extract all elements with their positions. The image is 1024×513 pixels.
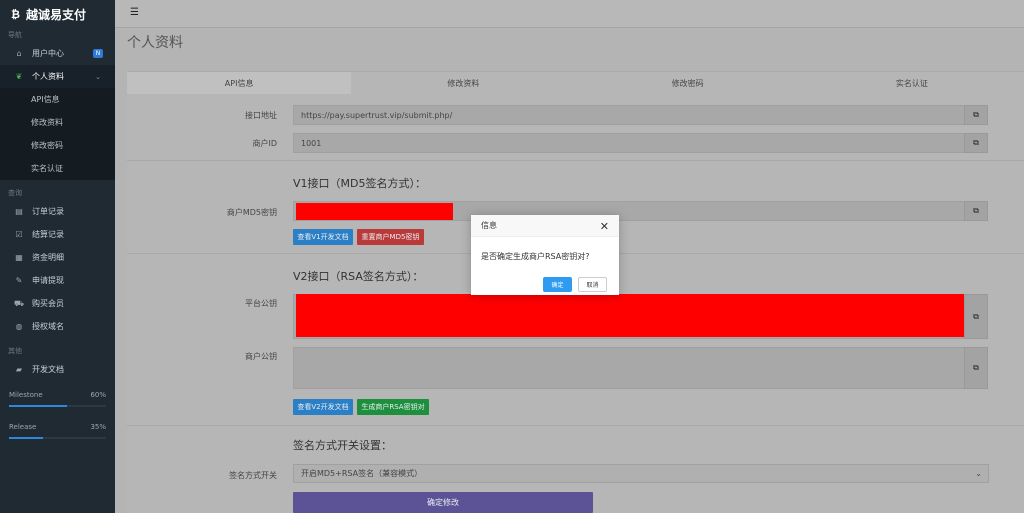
sidebar-item-label: 资金明细 <box>32 253 64 262</box>
progress-fill <box>9 437 43 439</box>
copy-icon[interactable]: ⧉ <box>964 105 988 125</box>
section-title-other: 其他 <box>8 347 22 355</box>
divider <box>127 160 1024 161</box>
merchant-id-label: 商户ID <box>252 139 277 148</box>
v1-heading: V1接口（MD5签名方式）： <box>293 177 426 190</box>
api-url-label: 接口地址 <box>245 111 277 120</box>
sidebar-item-orders[interactable]: ▤ 订单记录 <box>0 200 115 223</box>
menu-toggle-icon[interactable]: ☰ <box>130 7 140 18</box>
progress-bar <box>9 405 106 407</box>
globe-icon: ◍ <box>15 322 23 331</box>
chevron-down-icon: ⌄ <box>975 469 982 478</box>
confirm-button[interactable]: 确定 <box>543 277 572 292</box>
progress-bar <box>9 437 106 439</box>
progress-value: 35% <box>90 423 106 431</box>
new-badge: N <box>93 49 103 58</box>
close-icon[interactable]: ✕ <box>600 220 609 233</box>
sign-mode-value: 开启MD5+RSA签名（兼容模式） <box>301 469 423 478</box>
redaction-box <box>296 294 964 337</box>
profile-submenu: API信息 修改资料 修改密码 实名认证 <box>0 88 115 180</box>
sidebar-item-label: 订单记录 <box>32 207 64 216</box>
check-square-icon: ☑ <box>15 230 23 239</box>
progress-value: 60% <box>90 391 106 399</box>
copy-icon[interactable]: ⧉ <box>964 133 988 153</box>
home-icon: ⌂ <box>16 49 22 58</box>
sidebar-item-profile[interactable]: ❦ 个人资料 ⌄ <box>0 65 115 88</box>
generate-rsa-button[interactable]: 生成商户RSA密钥对 <box>357 399 429 415</box>
sidebar-item-user-center[interactable]: ⌂ 用户中心 N <box>0 42 115 65</box>
progress-label: Release <box>9 423 37 431</box>
view-v1-docs-button[interactable]: 查看V1开发文档 <box>293 229 353 245</box>
edit-icon: ✎ <box>15 276 23 285</box>
progress-row: Milestone 60% <box>9 391 106 399</box>
sidebar-item-buy-member[interactable]: ⛟ 购买会员 <box>0 292 115 315</box>
merchant-pubkey-textarea[interactable] <box>293 347 967 389</box>
dialog-title: 信息 <box>471 215 619 237</box>
view-v2-docs-button[interactable]: 查看V2开发文档 <box>293 399 353 415</box>
platform-pubkey-label: 平台公钥 <box>245 299 277 308</box>
md5-key-label: 商户MD5密钥 <box>226 208 277 217</box>
redaction-box <box>296 203 453 220</box>
progress-panel: Milestone 60% Release 35% <box>0 391 115 439</box>
sidebar-item-label: 结算记录 <box>32 230 64 239</box>
sidebar-item-label: 申请提现 <box>32 276 64 285</box>
sidebar-item-settlement[interactable]: ☑ 结算记录 <box>0 223 115 246</box>
sidebar-subitem-change-password[interactable]: 修改密码 <box>0 134 115 157</box>
sidebar-item-domain-auth[interactable]: ◍ 授权域名 <box>0 315 115 338</box>
progress-fill <box>9 405 68 407</box>
brand[interactable]: ₿ 越诚易支付 <box>0 0 115 28</box>
cart-icon: ⛟ <box>13 298 25 308</box>
v2-heading: V2接口（RSA签名方式）： <box>293 270 424 283</box>
list-icon: ▤ <box>15 207 23 216</box>
merchant-id-field[interactable]: 1001 <box>293 133 967 153</box>
tab-verification[interactable]: 实名认证 <box>800 72 1024 94</box>
sidebar-subitem-verification[interactable]: 实名认证 <box>0 157 115 180</box>
sign-mode-label: 签名方式开关 <box>229 471 277 480</box>
copy-icon[interactable]: ⧉ <box>964 201 988 221</box>
sign-settings-heading: 签名方式开关设置： <box>293 439 392 452</box>
copy-icon[interactable]: ⧉ <box>964 294 988 339</box>
tab-change-password[interactable]: 修改密码 <box>576 72 800 94</box>
bitcoin-icon: ₿ <box>11 7 20 21</box>
brand-name: 越诚易支付 <box>25 7 86 22</box>
book-icon: ▰ <box>15 365 23 374</box>
sidebar-subitem-edit-profile[interactable]: 修改资料 <box>0 111 115 134</box>
sidebar-subitem-api[interactable]: API信息 <box>0 88 115 111</box>
progress-row: Release 35% <box>9 423 106 431</box>
leaf-icon: ❦ <box>15 72 23 81</box>
progress-label: Milestone <box>9 391 43 399</box>
dialog-message: 是否确定生成商户RSA密钥对? <box>481 252 590 261</box>
page-title: 个人资料 <box>127 35 183 51</box>
table-icon: ▦ <box>15 253 23 262</box>
tab-edit-profile[interactable]: 修改资料 <box>351 72 575 94</box>
copy-icon[interactable]: ⧉ <box>964 347 988 389</box>
sidebar-item-label: 个人资料 <box>32 72 64 81</box>
reset-md5-button[interactable]: 重置商户MD5密钥 <box>357 229 424 245</box>
cancel-button[interactable]: 取消 <box>578 277 607 292</box>
sidebar-item-dev-docs[interactable]: ▰ 开发文档 <box>0 358 115 381</box>
sidebar-item-label: 开发文档 <box>32 365 64 374</box>
sidebar: ₿ 越诚易支付 导航 ⌂ 用户中心 N ❦ 个人资料 ⌄ API信息 修改资料 … <box>0 0 115 513</box>
submit-button[interactable]: 确定修改 <box>293 492 593 513</box>
api-url-field[interactable]: https://pay.supertrust.vip/submit.php/ <box>293 105 967 125</box>
section-title-nav: 导航 <box>8 31 22 39</box>
confirm-dialog: 信息 ✕ 是否确定生成商户RSA密钥对? 确定 取消 <box>471 215 619 295</box>
sidebar-item-label: 购买会员 <box>32 299 64 308</box>
sidebar-item-withdraw[interactable]: ✎ 申请提现 <box>0 269 115 292</box>
chevron-down-icon: ⌄ <box>95 72 101 81</box>
sign-mode-select[interactable]: 开启MD5+RSA签名（兼容模式） ⌄ <box>293 464 989 483</box>
topbar: ☰ <box>115 0 1024 28</box>
merchant-pubkey-label: 商户公钥 <box>245 352 277 361</box>
sidebar-item-funds[interactable]: ▦ 资金明细 <box>0 246 115 269</box>
sidebar-item-label: 用户中心 <box>32 49 64 58</box>
tab-api-info[interactable]: API信息 <box>127 72 352 94</box>
sidebar-item-label: 授权域名 <box>32 322 64 331</box>
section-title-query: 查询 <box>8 189 22 197</box>
tab-bar: API信息 修改资料 修改密码 实名认证 <box>127 72 1024 94</box>
divider <box>127 425 1024 426</box>
